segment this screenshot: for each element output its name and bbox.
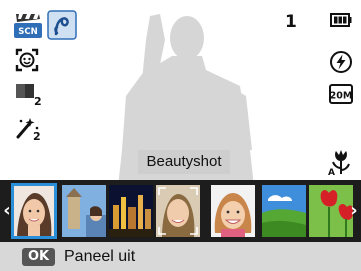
resolution-icon[interactable]: 20M <box>329 84 353 104</box>
thumb-flower-closeup[interactable] <box>309 185 353 237</box>
thumb-landscape[interactable] <box>262 185 306 237</box>
svg-text:A: A <box>328 168 335 176</box>
battery-icon <box>330 13 352 27</box>
resolution-label: 20M <box>330 91 353 102</box>
beauty-mode-icon[interactable] <box>47 10 77 40</box>
svg-text:2: 2 <box>33 130 41 141</box>
scene-filmstrip: ‹ › <box>0 180 361 242</box>
macro-icon[interactable]: A <box>328 148 354 176</box>
scene-mode-label: SCN <box>18 27 37 37</box>
footer-action-label: Paneel uit <box>64 248 136 265</box>
beauty-retouch-icon: 2 <box>16 118 41 141</box>
mode-label: Beautyshot <box>138 150 230 174</box>
face-detection-icon <box>15 48 39 72</box>
flash-icon[interactable] <box>329 50 353 74</box>
thumb-child-portrait[interactable] <box>211 185 255 237</box>
svg-text:2: 2 <box>34 95 42 106</box>
ev-compensation-icon: 2 <box>16 84 42 106</box>
shot-count: 1 <box>285 12 297 32</box>
chevron-right-icon[interactable]: › <box>349 201 359 221</box>
thumb-beauty-portrait[interactable] <box>11 183 57 239</box>
camera-screen: SCN 2 2 1 20M A Beautyshot ‹ › OK Paneel… <box>0 0 361 271</box>
thumb-night-scene[interactable] <box>109 185 153 237</box>
footer-bar: OK Paneel uit <box>0 242 361 271</box>
scene-mode-icon[interactable]: SCN <box>13 10 43 40</box>
thumb-frame-guide[interactable] <box>156 185 200 237</box>
thumb-landmark-portrait[interactable] <box>62 185 106 237</box>
ok-button[interactable]: OK <box>22 248 55 266</box>
